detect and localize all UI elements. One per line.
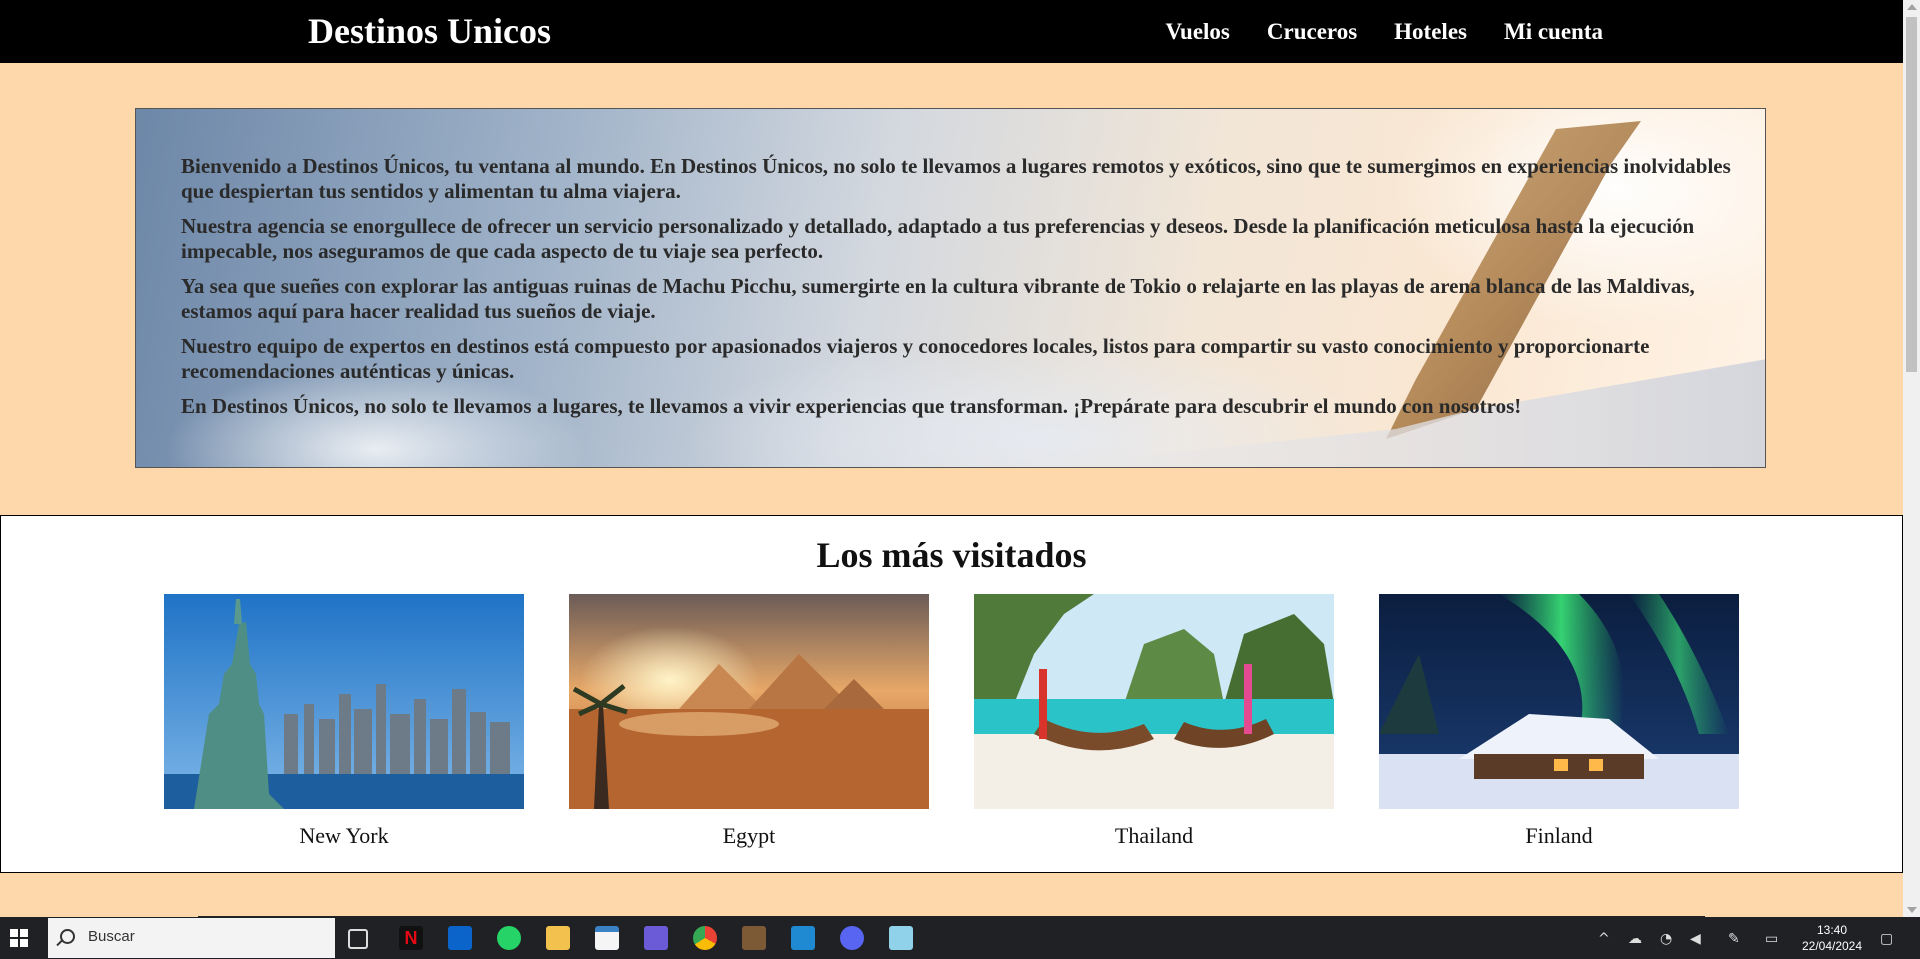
onedrive-icon[interactable]: ☁ — [1628, 931, 1642, 947]
aurora-cabin-image — [1379, 594, 1739, 809]
top-navbar: Destinos Unicos Vuelos Cruceros Hoteles … — [0, 0, 1903, 63]
show-hidden-icons-chevron-icon[interactable]: ^ — [1598, 931, 1610, 947]
minecraft-icon[interactable] — [742, 926, 766, 950]
destination-name[interactable]: Thailand — [974, 823, 1334, 849]
egypt-photo[interactable] — [569, 594, 929, 809]
scroll-up-arrow-icon[interactable] — [1907, 4, 1917, 10]
hero-paragraph: Nuestra agencia se enorgullece de ofrece… — [181, 214, 1695, 263]
site-logo[interactable]: Destinos Unicos — [308, 8, 551, 54]
finland-photo[interactable] — [1379, 594, 1739, 809]
vscode-icon[interactable] — [791, 926, 815, 950]
file-explorer-icon[interactable] — [546, 926, 570, 950]
hero-paragraph: Nuestro equipo de expertos en destinos e… — [181, 334, 1650, 383]
destination-card-finland[interactable]: Finland — [1379, 594, 1739, 849]
statue-of-liberty-image — [164, 594, 524, 809]
search-icon — [60, 929, 75, 944]
destination-card-egypt[interactable]: Egypt — [569, 594, 929, 849]
hero-paragraph: Bienvenido a Destinos Únicos, tu ventana… — [181, 154, 1731, 203]
most-visited-section: Los más visitados New York Egypt Thailan… — [0, 515, 1903, 873]
nav-link-mi-cuenta[interactable]: Mi cuenta — [1504, 19, 1603, 45]
pen-icon[interactable]: ✎ — [1728, 931, 1740, 947]
discord-icon[interactable] — [840, 926, 864, 950]
destination-card-thailand[interactable]: Thailand — [974, 594, 1334, 849]
taskbar-search-box[interactable]: Buscar — [48, 918, 335, 958]
netflix-icon[interactable]: N — [399, 926, 423, 950]
nav-link-hoteles[interactable]: Hoteles — [1394, 19, 1467, 45]
nav-link-cruceros[interactable]: Cruceros — [1267, 19, 1357, 45]
thailand-photo[interactable] — [974, 594, 1334, 809]
hero-paragraph: En Destinos Únicos, no solo te llevamos … — [181, 394, 1522, 418]
network-icon[interactable]: ◔ — [1660, 931, 1672, 947]
windows-taskbar: Buscar N ^ ☁ ◔ ◀ ✎ ▭ 13:40 22/04/2024 ▢ — [0, 917, 1920, 959]
hero-text: Bienvenido a Destinos Únicos, tu ventana… — [181, 154, 1741, 429]
clock-time: 13:40 — [1816, 923, 1848, 937]
destination-name[interactable]: New York — [164, 823, 524, 849]
search-placeholder: Buscar — [88, 928, 135, 945]
new-york-photo[interactable] — [164, 594, 524, 809]
scroll-down-arrow-icon[interactable] — [1907, 907, 1917, 913]
notepad-icon[interactable] — [889, 926, 913, 950]
taskbar-clock[interactable]: 13:40 22/04/2024 — [1800, 922, 1864, 954]
keyboard-icon[interactable]: ▭ — [1765, 931, 1778, 947]
destination-name[interactable]: Egypt — [569, 823, 929, 849]
section-title: Los más visitados — [816, 535, 1087, 575]
hero-paragraph: Ya sea que sueñes con explorar las antig… — [181, 274, 1695, 323]
chrome-icon[interactable] — [693, 926, 717, 950]
hero-banner: Bienvenido a Destinos Únicos, tu ventana… — [135, 108, 1766, 468]
destination-name[interactable]: Finland — [1379, 823, 1739, 849]
video-app-icon[interactable] — [644, 926, 668, 950]
windows-start-icon[interactable] — [10, 929, 28, 947]
destination-card-new-york[interactable]: New York — [164, 594, 524, 849]
pyramids-image — [569, 594, 929, 809]
outlook-icon[interactable] — [448, 926, 472, 950]
clock-date: 22/04/2024 — [1801, 939, 1863, 953]
notifications-icon[interactable]: ▢ — [1880, 931, 1893, 947]
task-view-icon[interactable] — [348, 929, 368, 949]
page-scrollbar[interactable] — [1903, 0, 1920, 917]
whatsapp-icon[interactable] — [497, 926, 521, 950]
nav-links: Vuelos Cruceros Hoteles Mi cuenta — [1166, 0, 1603, 63]
longtail-boats-image — [974, 594, 1334, 809]
nav-link-vuelos[interactable]: Vuelos — [1166, 19, 1230, 45]
calendar-app-icon[interactable] — [595, 926, 619, 950]
volume-icon[interactable]: ◀ — [1690, 931, 1701, 947]
scrollbar-thumb[interactable] — [1906, 17, 1917, 372]
